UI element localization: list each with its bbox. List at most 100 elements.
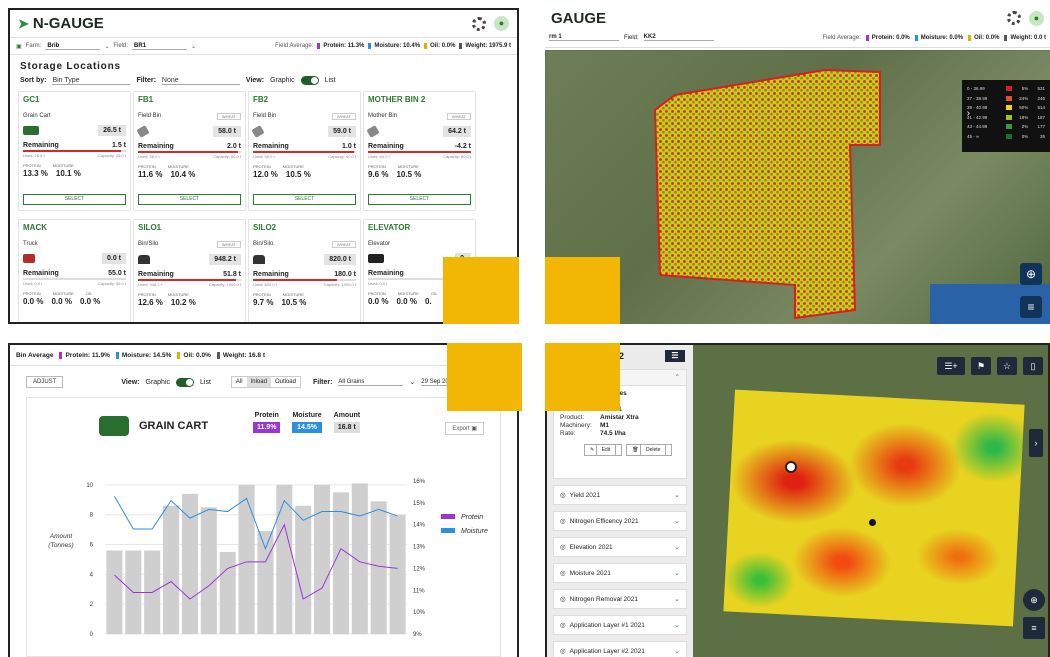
bin-average-bar: Bin Average Protein: 11.9% Moisture: 14.…	[10, 345, 517, 366]
star-icon[interactable]: ☆	[997, 357, 1017, 375]
flag-icon[interactable]: ⚑	[971, 357, 991, 375]
capacity-bar	[368, 151, 471, 153]
storage-card[interactable]: SILO2 Bin/Silo WHEAT 820.0 t Remaining 180.0 …	[248, 219, 361, 322]
layer-accordion[interactable]: ◎ Nitrogen Removal 2021 ⌄	[553, 589, 687, 609]
bar	[257, 531, 274, 634]
silo-icon	[138, 255, 150, 264]
chevron-right-icon[interactable]: ›	[1029, 429, 1043, 457]
settings-sliders-button[interactable]: ≡	[1020, 296, 1042, 318]
truck-icon	[23, 254, 35, 263]
load-segmented-control: All Inload Outload	[230, 376, 301, 388]
filter-select[interactable]: None	[161, 77, 240, 85]
layer-icon: ◎	[560, 518, 566, 525]
storage-card[interactable]: FB2 Field Bin WHEAT 59.0 t Remaining 1.0 t Use…	[248, 91, 361, 211]
card-name: GC1	[23, 95, 40, 104]
export-button[interactable]: Export ▣	[445, 422, 484, 435]
farm-select[interactable]: Brib	[45, 43, 101, 50]
layer-icon: ◎	[560, 622, 566, 629]
heat-map[interactable]: ☰+ ⚑ ☆ ▯ › ⊕ ≡	[693, 345, 1048, 657]
protein-value: 12.6 %	[138, 298, 163, 307]
y-axis-label: Amount	[49, 533, 74, 540]
phone-icon[interactable]: ▯	[1023, 357, 1043, 375]
sort-select[interactable]: Bin Type	[52, 77, 131, 85]
protein-value: 9.6 %	[368, 170, 389, 179]
y-tick-label: 0	[90, 632, 94, 638]
bar	[181, 493, 198, 634]
adjust-button[interactable]: ADJUST	[26, 376, 64, 388]
farm-select[interactable]: rm 1	[549, 34, 619, 41]
mother-bin-icon	[366, 125, 380, 138]
locate-button[interactable]: ⊕	[1020, 263, 1042, 285]
select-button[interactable]: SELECT	[138, 194, 241, 205]
remaining-value: 1.0 t	[341, 143, 356, 150]
capacity-bar	[138, 279, 241, 281]
delete-button[interactable]: 🗑 Delete	[626, 444, 673, 456]
storage-card[interactable]: GC1 Grain Cart 26.5 t Remaining 1.5 t Used: 2…	[18, 91, 131, 211]
select-button[interactable]: SELECT	[23, 194, 126, 205]
storage-card[interactable]: MACK Truck 0.0 t Remaining 55.0 t Used: 0.0 t…	[18, 219, 131, 322]
y2-tick-label: 15%	[413, 501, 426, 507]
chevron-down-icon: ⌄	[409, 379, 416, 386]
card-type: Field Bin	[253, 113, 277, 119]
moisture-value: 10.5 %	[281, 298, 307, 307]
view-toggle[interactable]	[300, 76, 319, 85]
chevron-down-icon: ⌄	[674, 648, 680, 655]
layer-accordion[interactable]: ◎ Elevation 2021 ⌄	[553, 537, 687, 557]
field-select[interactable]: BR1	[132, 43, 188, 50]
chevron-right-icon[interactable]: ›	[967, 108, 970, 119]
user-icon[interactable]: ●	[1029, 10, 1044, 26]
card-amount: 26.5 t	[98, 125, 126, 136]
capacity-value: Capacity: 1000.0 t	[323, 282, 356, 287]
grain-filter-select[interactable]: All Grains	[338, 379, 404, 386]
layers-add-icon[interactable]: ☰+	[937, 357, 965, 375]
layer-accordion[interactable]: ◎ Nitrogen Efficency 2021 ⌄	[553, 511, 687, 531]
farm-filter-bar: ▣ Farm: Brib ⌄ Field: BR1 ⌄ Field Averag…	[10, 38, 517, 55]
grain-cart-toolbar: ADJUST View: Graphic List All Inload Out…	[10, 370, 517, 394]
legend-swatch	[1005, 133, 1012, 139]
select-button[interactable]: SELECT	[368, 194, 471, 205]
storage-card[interactable]: FB1 Field Bin WHEAT 58.0 t Remaining 2.0 t Use…	[133, 91, 246, 211]
chevron-up-icon: ⌃	[674, 374, 680, 381]
layer-icon: ◎	[560, 544, 566, 551]
gear-icon[interactable]	[1007, 11, 1021, 25]
capacity-value: Capacity: 60.0 t	[213, 154, 241, 159]
seg-all[interactable]: All	[232, 377, 247, 387]
storage-card[interactable]: MOTHER BIN 2 Mother Bin WHEAT 64.2 t Remaini…	[363, 91, 476, 211]
legend-row: 43 - 44.99 2% 177	[967, 124, 1045, 130]
used-value: Used: 58.0 t	[138, 154, 160, 159]
elevator-icon	[368, 254, 384, 263]
used-value: Used: 64.2 t	[368, 154, 390, 159]
flag-marker-icon[interactable]	[785, 461, 797, 473]
layer-accordion[interactable]: ◎ Application Layer #1 2021 ⌄	[553, 615, 687, 635]
storage-card[interactable]: SILO1 Bin/Silo WHEAT 948.2 t Remaining 51.8 t…	[133, 219, 246, 322]
used-value: Used: 820.0 t	[253, 282, 277, 287]
field-select[interactable]: KK2	[643, 34, 714, 41]
farm-filter-bar: rm 1 Field: KK2 Field Average: Protein: …	[545, 28, 1050, 48]
protein-value: 9.7 %	[253, 298, 274, 307]
field-boundary[interactable]	[653, 68, 881, 320]
seg-outload[interactable]: Outload	[271, 377, 300, 387]
point-marker-icon[interactable]	[869, 519, 876, 526]
gear-icon[interactable]	[472, 16, 486, 31]
moisture-value: 10.2 %	[170, 298, 196, 307]
locate-icon[interactable]: ⊕	[1023, 589, 1045, 611]
edit-button[interactable]: ✎ Edit	[584, 444, 623, 456]
layer-accordion[interactable]: ◎ Application Layer #2 2021 ⌄	[553, 641, 687, 657]
legend-row: 39 - 40.99 50% 514	[967, 105, 1045, 111]
chevron-down-icon: ⌄	[674, 492, 680, 499]
card-type: Bin/Silo	[253, 241, 274, 247]
paddock-map-panel: 2 ☰ ⌃ hectaresCrop:BarleyDate:6/10/21Pro…	[545, 343, 1050, 657]
moisture-stat: Moisture: 10.4%	[368, 43, 420, 49]
field-bin-icon	[136, 125, 150, 138]
layer-accordion[interactable]: ◎ Moisture 2021 ⌄	[553, 563, 687, 583]
seg-inload[interactable]: Inload	[246, 377, 271, 387]
layers-add-button[interactable]: ☰	[665, 350, 685, 362]
view-toggle[interactable]	[176, 377, 195, 387]
settings-sliders-icon[interactable]: ≡	[1023, 617, 1045, 639]
legend-row: 45 - ∞ 0% 35	[967, 133, 1045, 139]
user-icon[interactable]: ●	[494, 16, 509, 31]
bar	[314, 484, 331, 634]
layer-accordion[interactable]: ◎ Yield 2021 ⌄	[553, 485, 687, 505]
select-button[interactable]: SELECT	[253, 194, 356, 205]
remaining-value: 51.8 t	[223, 271, 241, 278]
